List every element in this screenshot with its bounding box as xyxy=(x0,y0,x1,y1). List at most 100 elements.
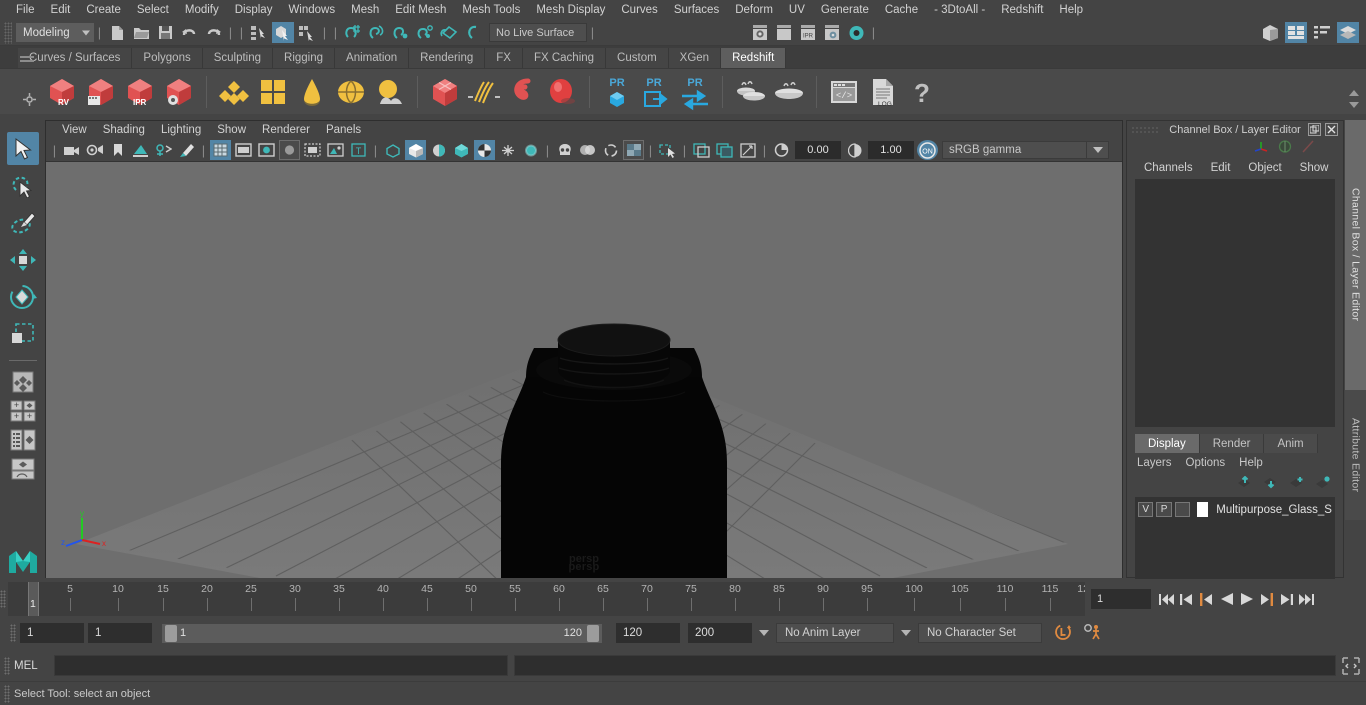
menu-modify[interactable]: Modify xyxy=(177,2,227,18)
go-to-end-icon[interactable] xyxy=(1299,590,1314,608)
command-language-label[interactable]: MEL xyxy=(14,660,48,672)
animation-start-time-field[interactable]: 1 xyxy=(20,623,84,643)
shelf-tab-xgen[interactable]: XGen xyxy=(669,48,721,68)
step-back-frame-icon[interactable] xyxy=(1199,590,1214,608)
color-management-select[interactable]: sRGB gamma xyxy=(942,141,1087,159)
make-live-icon[interactable] xyxy=(462,22,484,43)
two-sided-lighting-icon[interactable] xyxy=(153,140,174,160)
lasso-select-tool-button[interactable] xyxy=(7,169,39,202)
view-transform-icon[interactable] xyxy=(737,140,758,160)
shelf-redshift-material-grid[interactable] xyxy=(255,72,291,112)
menu-file[interactable]: File xyxy=(8,2,43,18)
go-to-start-icon[interactable] xyxy=(1159,590,1174,608)
channel-menu-edit[interactable]: Edit xyxy=(1202,161,1240,175)
motion-blur-icon[interactable] xyxy=(474,140,495,160)
play-backwards-icon[interactable] xyxy=(1219,590,1234,608)
shelf-redshift-proxy-cube[interactable] xyxy=(427,72,463,112)
open-scene-icon[interactable] xyxy=(130,22,152,43)
scroll-up-icon[interactable] xyxy=(1349,90,1359,96)
attribute-editor-icon[interactable] xyxy=(1285,22,1307,43)
command-line-grip[interactable] xyxy=(4,657,10,675)
shelf-options-icon[interactable] xyxy=(18,76,40,122)
isolate-select-icon[interactable] xyxy=(657,140,678,160)
new-layer-icon[interactable] xyxy=(1289,476,1305,492)
menu-edit-mesh[interactable]: Edit Mesh xyxy=(387,2,454,18)
redo-icon[interactable] xyxy=(202,22,224,43)
shelf-redshift-render-view[interactable]: RV xyxy=(44,72,80,112)
scale-tool-button[interactable] xyxy=(7,317,39,350)
auto-keyframe-icon[interactable] xyxy=(1054,623,1073,644)
shelf-tab-fx-caching[interactable]: FX Caching xyxy=(523,48,606,68)
exposure-value-field[interactable]: 0.00 xyxy=(795,141,841,159)
gamma-value-field[interactable]: 1.00 xyxy=(868,141,914,159)
shelf-redshift-sphere-light[interactable] xyxy=(333,72,369,112)
time-slider-grip[interactable] xyxy=(0,590,6,608)
shelf-tab-rendering[interactable]: Rendering xyxy=(409,48,485,68)
menu-set-selector[interactable]: Modeling xyxy=(16,23,94,42)
panel-grip-right[interactable] xyxy=(1271,126,1299,134)
playback-end-time-field[interactable]: 120 xyxy=(616,623,680,643)
color-management-toggle-icon[interactable]: ON xyxy=(917,140,938,160)
xray-joints-icon[interactable] xyxy=(600,140,621,160)
select-by-component-icon[interactable] xyxy=(296,22,318,43)
menu-display[interactable]: Display xyxy=(227,2,281,18)
hypershade-icon[interactable] xyxy=(845,22,867,43)
menu-mesh[interactable]: Mesh xyxy=(343,2,387,18)
shelf-redshift-environment[interactable] xyxy=(372,72,408,112)
viewport-menu-view[interactable]: View xyxy=(54,123,95,137)
new-scene-icon[interactable] xyxy=(106,22,128,43)
grid-icon[interactable] xyxy=(623,140,644,160)
menu-mesh-tools[interactable]: Mesh Tools xyxy=(454,2,528,18)
layer-name-label[interactable]: Multipurpose_Glass_S xyxy=(1216,504,1332,516)
menu-generate[interactable]: Generate xyxy=(813,2,877,18)
render-settings-icon[interactable] xyxy=(821,22,843,43)
step-forward-keyframe-icon[interactable] xyxy=(1279,590,1294,608)
shelf-tab-rigging[interactable]: Rigging xyxy=(273,48,335,68)
axis-display-icon[interactable] xyxy=(1254,140,1269,156)
panel-grip-left[interactable] xyxy=(1131,126,1159,134)
shelf-redshift-bake-set[interactable] xyxy=(732,72,768,112)
menu-surfaces[interactable]: Surfaces xyxy=(666,2,727,18)
outliner-icon[interactable] xyxy=(1259,22,1281,43)
current-frame-field[interactable]: 1 xyxy=(1091,589,1151,609)
render-view-icon[interactable] xyxy=(749,22,771,43)
shelf-redshift-proxy-render[interactable]: PR xyxy=(599,72,635,112)
snap-to-point-icon[interactable] xyxy=(390,22,412,43)
layer-tab-display[interactable]: Display xyxy=(1135,434,1200,453)
use-all-lights-icon[interactable] xyxy=(405,140,426,160)
layer-shading-toggle[interactable] xyxy=(1175,502,1190,517)
shelf-tab-custom[interactable]: Custom xyxy=(606,48,669,68)
panel-undock-button[interactable] xyxy=(1308,123,1321,136)
anim-layer-chevron-down-icon[interactable] xyxy=(756,630,772,636)
play-forwards-icon[interactable] xyxy=(1239,590,1254,608)
shelf-redshift-proxy-export[interactable]: PR xyxy=(638,72,674,112)
smooth-shade-all-icon[interactable] xyxy=(233,140,254,160)
hypergraph-persp-layout-button[interactable] xyxy=(7,456,39,482)
menu-mesh-display[interactable]: Mesh Display xyxy=(528,2,613,18)
menu-cache[interactable]: Cache xyxy=(877,2,926,18)
select-by-object-icon[interactable] xyxy=(272,22,294,43)
gamma-toggle-icon[interactable] xyxy=(691,140,712,160)
menu-uv[interactable]: UV xyxy=(781,2,813,18)
texture-icon[interactable] xyxy=(325,140,346,160)
move-layer-up-icon[interactable] xyxy=(1237,476,1253,492)
layer-row[interactable]: V P Multipurpose_Glass_S xyxy=(1138,501,1332,518)
exposure-region-icon[interactable] xyxy=(714,140,735,160)
menu-deform[interactable]: Deform xyxy=(727,2,781,18)
save-scene-icon[interactable] xyxy=(154,22,176,43)
menu-edit[interactable]: Edit xyxy=(43,2,79,18)
shelf-redshift-script-editor[interactable]: </> xyxy=(826,72,862,112)
range-slider-left-handle[interactable] xyxy=(165,625,177,642)
channel-box-icon[interactable] xyxy=(1311,22,1333,43)
shelf-redshift-light-dome[interactable] xyxy=(294,72,330,112)
move-tool-button[interactable] xyxy=(7,243,39,276)
select-tool-button[interactable] xyxy=(7,132,39,165)
wireframe-icon[interactable] xyxy=(210,140,231,160)
range-slider-grip[interactable] xyxy=(10,624,16,642)
range-slider-right-handle[interactable] xyxy=(587,625,599,642)
shelf-tab-polygons[interactable]: Polygons xyxy=(132,48,202,68)
camera-attributes-icon[interactable] xyxy=(84,140,105,160)
shelf-redshift-render-sequence[interactable] xyxy=(83,72,119,112)
snap-to-view-plane-icon[interactable] xyxy=(438,22,460,43)
gamma-contrast-icon[interactable] xyxy=(844,140,865,160)
